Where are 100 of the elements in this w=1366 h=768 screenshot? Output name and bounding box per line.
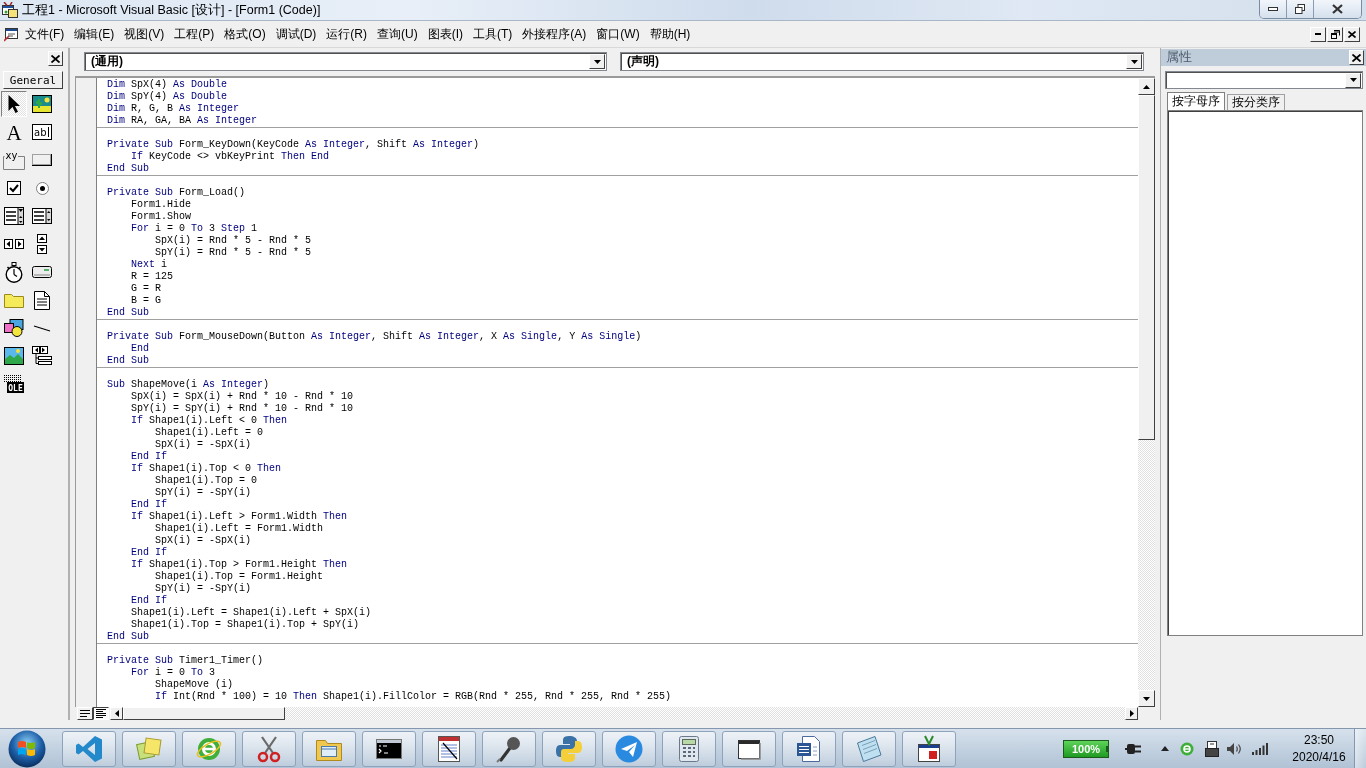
show-desktop-button[interactable] bbox=[1354, 729, 1366, 768]
taskbar-button[interactable] bbox=[722, 730, 776, 767]
tool-button[interactable]: ab bbox=[29, 119, 55, 145]
taskbar-button[interactable] bbox=[902, 730, 956, 767]
restore-icon bbox=[1330, 29, 1340, 39]
clock-time[interactable]: 23:50 bbox=[1304, 731, 1334, 749]
code-line: If Shape1(i).Left > Form1.Width Then bbox=[131, 511, 348, 523]
caret-right-icon bbox=[1129, 710, 1134, 717]
taskbar-button[interactable] bbox=[422, 730, 476, 767]
taskbar-button[interactable] bbox=[362, 730, 416, 767]
menu-item[interactable]: 文件(F) bbox=[21, 25, 69, 43]
code-line: SpX(i) = Rnd * 5 - Rnd * 5 bbox=[155, 235, 312, 247]
shapes-icon bbox=[4, 319, 24, 337]
code-line: SpX(i) = -SpX(i) bbox=[155, 439, 251, 451]
menu-item[interactable]: 帮助(H) bbox=[645, 25, 695, 43]
code-line: SpY(i) = SpY(i) + Rnd * 10 - Rnd * 10 bbox=[131, 403, 354, 415]
procedure-dropdown[interactable]: (声明) bbox=[620, 52, 1144, 71]
code-line: Sub ShapeMove(i As Integer) bbox=[107, 379, 270, 391]
code-line: Shape1(i).Left = 0 bbox=[155, 427, 264, 439]
menu-item[interactable]: 调试(D) bbox=[271, 25, 321, 43]
scroll-down-button[interactable] bbox=[1138, 690, 1155, 707]
sticky-notes-icon bbox=[135, 734, 163, 763]
menu-item[interactable]: 工具(T) bbox=[469, 25, 517, 43]
pointer-icon bbox=[8, 95, 20, 113]
code-line: Private Sub Form_Load() bbox=[107, 187, 246, 199]
code-line: End Sub bbox=[107, 355, 149, 367]
scroll-up-button[interactable] bbox=[1138, 78, 1155, 95]
close-button[interactable] bbox=[1344, 26, 1360, 42]
code-line: If Shape1(i).Top < 0 Then bbox=[131, 463, 282, 475]
code-line: Shape1(i).Left = Shape1(i).Left + SpX(i) bbox=[131, 607, 372, 619]
menu-item[interactable]: 运行(R) bbox=[322, 25, 371, 43]
menu-item[interactable]: 格式(O) bbox=[220, 25, 270, 43]
close-icon bbox=[1348, 30, 1356, 38]
ribbon-logo-icon bbox=[75, 734, 103, 763]
menu-item[interactable]: 图表(I) bbox=[423, 25, 467, 43]
data-control-icon bbox=[32, 346, 52, 366]
code-line: R = 125 bbox=[131, 271, 173, 283]
menu-item[interactable]: 查询(U) bbox=[373, 25, 422, 43]
code-line: End If bbox=[131, 547, 167, 559]
horizontal-scrollbar[interactable] bbox=[110, 707, 1138, 720]
picture-box-icon bbox=[32, 95, 52, 113]
procedure-view-button[interactable] bbox=[77, 707, 93, 720]
horizontal-scrollbar-icon bbox=[4, 239, 24, 249]
caret-down-icon bbox=[593, 59, 601, 64]
code-line: End Sub bbox=[107, 631, 149, 643]
code-line: Private Sub Timer1_Timer() bbox=[107, 655, 264, 667]
window-title: 工程1 - Microsoft Visual Basic [设计] - [Form1 (Code)] bbox=[22, 1, 321, 19]
command-button-icon bbox=[32, 154, 52, 166]
restore-button[interactable] bbox=[1287, 0, 1314, 18]
code-line: Private Sub Form_MouseDown(Button As Integer, Shift As Integer, X As Single, Y As Single) bbox=[107, 331, 642, 343]
code-line: Shape1(i).Top = Form1.Height bbox=[155, 571, 324, 583]
menu-item[interactable]: 工程(P) bbox=[170, 25, 219, 43]
code-line: Dim R, G, B As Integer bbox=[107, 103, 240, 115]
signal-bars-icon[interactable] bbox=[1252, 742, 1268, 755]
list-box-icon bbox=[32, 208, 52, 224]
code-line: End If bbox=[131, 451, 167, 463]
close-button[interactable] bbox=[48, 51, 63, 66]
vertical-scrollbar[interactable] bbox=[1138, 78, 1155, 707]
code-line: Private Sub Form_KeyDown(KeyCode As Integer, Shift As Integer) bbox=[107, 139, 480, 151]
code-line: Shape1(i).Top = Shape1(i).Top + SpY(i) bbox=[131, 619, 360, 631]
menu-item[interactable]: 窗口(W) bbox=[592, 25, 644, 43]
toolbox-tab[interactable]: General bbox=[3, 71, 63, 89]
code-line: End If bbox=[131, 595, 167, 607]
close-button[interactable] bbox=[1314, 0, 1361, 18]
code-line: End If bbox=[131, 499, 167, 511]
ruled-sheet-icon bbox=[435, 734, 463, 763]
clock-date[interactable]: 2020/4/16 bbox=[1292, 748, 1346, 766]
taskbar-button[interactable] bbox=[482, 730, 536, 767]
code-line: If Int(Rnd * 100) = 10 Then Shape1(i).FillColor = RGB(Rnd * 255, Rnd * 255, Rnd * 255) bbox=[155, 691, 672, 703]
scrollbar-thumb[interactable] bbox=[123, 707, 285, 720]
scroll-left-button[interactable] bbox=[110, 707, 123, 720]
module-view-button[interactable] bbox=[93, 707, 109, 720]
code-line: G = R bbox=[131, 283, 161, 295]
close-icon bbox=[1352, 53, 1361, 62]
device-icon[interactable] bbox=[1205, 740, 1219, 757]
caret-up-icon bbox=[1143, 84, 1150, 89]
drive-icon bbox=[32, 266, 52, 278]
tool-button[interactable] bbox=[1, 91, 27, 117]
tab[interactable]: 按分类序 bbox=[1227, 94, 1285, 110]
ring-globe-icon[interactable] bbox=[1180, 741, 1194, 756]
minimize-button[interactable] bbox=[1260, 0, 1287, 18]
caret-down-icon bbox=[1349, 78, 1357, 82]
speaker-icon[interactable] bbox=[1227, 741, 1242, 756]
menu-item[interactable]: 外接程序(A) bbox=[518, 25, 591, 43]
separated-lines-icon bbox=[96, 709, 106, 718]
scrollbar-thumb[interactable] bbox=[1138, 95, 1155, 440]
close-icon bbox=[1332, 4, 1343, 14]
object-dropdown[interactable]: (通用) bbox=[84, 52, 607, 71]
code-line: End Sub bbox=[107, 307, 149, 319]
scissors-icon bbox=[255, 734, 283, 763]
tab[interactable]: 按字母序 bbox=[1167, 92, 1225, 110]
taskbar-button[interactable] bbox=[782, 730, 836, 767]
menu-item[interactable]: 视图(V) bbox=[120, 25, 169, 43]
object-dropdown[interactable] bbox=[1165, 71, 1363, 89]
scroll-right-button[interactable] bbox=[1125, 707, 1138, 720]
code-line: Form1.Show bbox=[131, 211, 191, 223]
close-button[interactable] bbox=[1349, 50, 1364, 65]
panel-title: 属性 bbox=[1166, 49, 1192, 66]
menu-item[interactable]: 编辑(E) bbox=[70, 25, 119, 43]
notepad-icon bbox=[855, 734, 883, 763]
